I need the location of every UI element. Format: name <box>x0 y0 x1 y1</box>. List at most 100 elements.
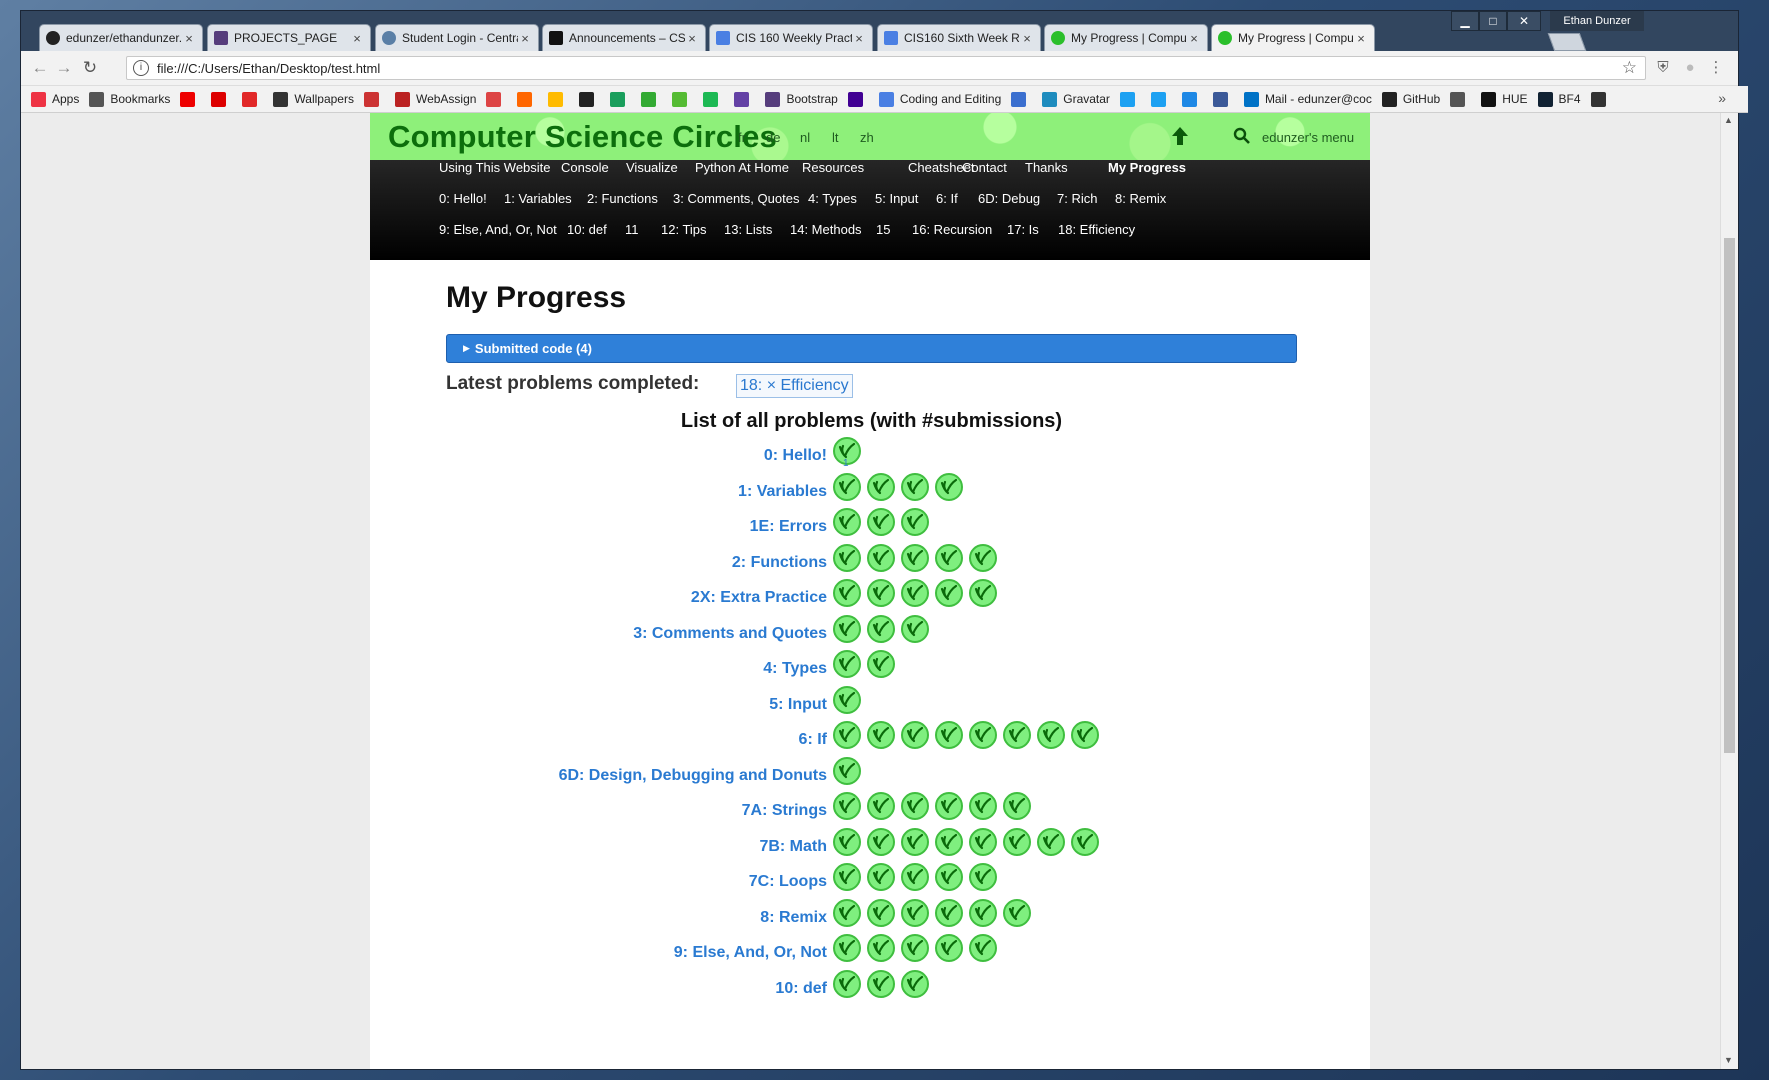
problem-link[interactable]: 10: def <box>775 980 827 998</box>
tab-4[interactable]: CIS 160 Weekly Practice× <box>709 24 873 51</box>
menu-icon[interactable]: ⋮ <box>1707 59 1725 77</box>
problem-link[interactable]: 7A: Strings <box>742 802 827 820</box>
back-icon[interactable]: ← <box>29 57 51 79</box>
submission-check-icon[interactable] <box>833 827 861 856</box>
scrollbar[interactable]: ▲ ▼ <box>1720 113 1738 1069</box>
submission-check-icon[interactable] <box>833 969 861 998</box>
bookmark-18[interactable] <box>847 91 869 107</box>
submission-check-icon[interactable] <box>833 685 861 714</box>
bookmark-13[interactable] <box>641 91 662 107</box>
tab-0[interactable]: edunzer/ethandunzer.g × <box>39 24 203 51</box>
nav-link[interactable]: Visualize <box>626 160 678 175</box>
nav-link[interactable]: 5: Input <box>875 191 918 206</box>
extension-icon-2[interactable]: ● <box>1681 59 1699 77</box>
scroll-up-icon[interactable]: ▲ <box>1724 115 1733 125</box>
submission-check-icon[interactable] <box>833 614 861 643</box>
address-url[interactable]: file:///C:/Users/Ethan/Desktop/test.html <box>157 61 380 76</box>
close-window-button[interactable]: ✕ <box>1507 11 1541 31</box>
submission-check-icon[interactable] <box>833 898 861 927</box>
submission-check-icon[interactable] <box>935 579 963 607</box>
submission-check-icon[interactable] <box>935 792 963 820</box>
problem-link[interactable]: 4: Types <box>763 660 827 678</box>
bookmark-26[interactable]: Mail - edunzer@coc <box>1243 91 1372 107</box>
submission-check-icon[interactable] <box>969 934 997 962</box>
submission-check-icon[interactable] <box>867 898 895 927</box>
nav-link[interactable]: 2: Functions <box>587 191 658 206</box>
submission-check-icon[interactable] <box>867 614 895 643</box>
close-tab-icon[interactable]: × <box>518 31 532 46</box>
problem-link[interactable]: 1E: Errors <box>750 518 827 536</box>
problem-link[interactable]: 2: Functions <box>732 554 827 572</box>
submission-check-icon[interactable] <box>833 650 861 678</box>
bookmark-0[interactable]: Apps <box>31 91 79 107</box>
problem-link[interactable]: 8: Remix <box>760 909 827 927</box>
bookmark-30[interactable]: BF4 <box>1537 91 1581 107</box>
bookmark-28[interactable] <box>1450 91 1471 107</box>
submission-check-icon[interactable] <box>901 969 929 998</box>
maximize-button[interactable]: □ <box>1479 11 1507 31</box>
submission-check-icon[interactable] <box>969 579 997 607</box>
tab-7[interactable]: My Progress | Compute × <box>1211 24 1375 51</box>
reload-icon[interactable]: ↻ <box>79 57 101 79</box>
submission-check-icon[interactable] <box>833 508 861 536</box>
submission-check-icon[interactable] <box>901 792 929 820</box>
submission-check-icon[interactable] <box>833 543 861 572</box>
bookmark-11[interactable] <box>579 91 600 107</box>
bookmark-20[interactable] <box>1011 91 1032 107</box>
nav-link[interactable]: 14: Methods <box>790 222 862 237</box>
bookmark-14[interactable] <box>672 91 693 107</box>
lang-de[interactable]: de <box>766 130 780 145</box>
bookmark-31[interactable] <box>1590 91 1612 107</box>
problem-link[interactable]: 1: Variables <box>738 483 827 501</box>
bookmark-5[interactable]: Wallpapers <box>273 91 354 107</box>
close-tab-icon[interactable]: × <box>852 31 866 46</box>
submission-check-icon[interactable] <box>867 827 895 856</box>
arrow-up-icon[interactable] <box>1170 125 1190 147</box>
bookmark-17[interactable]: Bootstrap <box>765 91 838 107</box>
submission-check-icon[interactable] <box>867 721 895 749</box>
close-tab-icon[interactable]: × <box>1020 31 1034 46</box>
bookmark-2[interactable] <box>180 91 201 107</box>
bookmark-3[interactable] <box>211 91 232 107</box>
submission-check-icon[interactable] <box>833 721 861 749</box>
submission-check-icon[interactable] <box>867 934 895 962</box>
submission-check-icon[interactable] <box>935 934 963 962</box>
submission-check-icon[interactable] <box>901 472 929 501</box>
info-icon[interactable]: i <box>133 60 149 76</box>
nav-link[interactable]: 1: Variables <box>504 191 572 206</box>
bookmark-9[interactable] <box>517 91 538 107</box>
nav-link[interactable]: 16: Recursion <box>912 222 992 237</box>
submission-check-icon[interactable] <box>1003 792 1031 820</box>
nav-link[interactable]: Contact <box>962 160 1007 175</box>
lang-fr[interactable]: fr <box>738 130 746 145</box>
submission-check-icon[interactable] <box>935 898 963 927</box>
submission-check-icon[interactable] <box>867 969 895 998</box>
bookmark-19[interactable]: Coding and Editing <box>878 91 1001 107</box>
tab-5[interactable]: CIS160 Sixth Week Rub× <box>877 24 1041 51</box>
bookmark-22[interactable] <box>1119 91 1141 107</box>
scroll-down-icon[interactable]: ▼ <box>1724 1055 1733 1065</box>
bookmark-23[interactable] <box>1150 91 1172 107</box>
nav-link[interactable]: 17: Is <box>1007 222 1039 237</box>
nav-link[interactable]: 12: Tips <box>661 222 707 237</box>
submission-check-icon[interactable] <box>833 756 861 785</box>
submission-check-icon[interactable] <box>833 792 861 820</box>
search-icon[interactable] <box>1233 127 1251 145</box>
nav-link[interactable]: Python At Home <box>695 160 789 175</box>
submission-check-icon[interactable] <box>969 863 997 891</box>
submission-check-icon[interactable] <box>1037 721 1065 749</box>
submitted-code-toggle[interactable]: ▶ Submitted code (4) <box>446 334 1297 363</box>
nav-link[interactable]: Thanks <box>1025 160 1068 175</box>
problem-link[interactable]: 7B: Math <box>759 838 827 856</box>
submission-check-icon[interactable] <box>1071 827 1099 856</box>
problem-link[interactable]: 5: Input <box>769 696 827 714</box>
bookmark-1[interactable]: Bookmarks <box>89 91 170 107</box>
lang-nl[interactable]: nl <box>800 130 810 145</box>
bookmark-6[interactable] <box>363 91 385 107</box>
bookmark-21[interactable]: Gravatar <box>1042 91 1110 107</box>
forward-icon[interactable]: → <box>53 57 75 79</box>
nav-link[interactable]: Console <box>561 160 609 175</box>
submission-check-icon[interactable] <box>833 472 861 501</box>
latest-problem-link[interactable]: 18: × Efficiency <box>736 374 853 398</box>
problem-link[interactable]: 0: Hello! <box>764 447 827 465</box>
